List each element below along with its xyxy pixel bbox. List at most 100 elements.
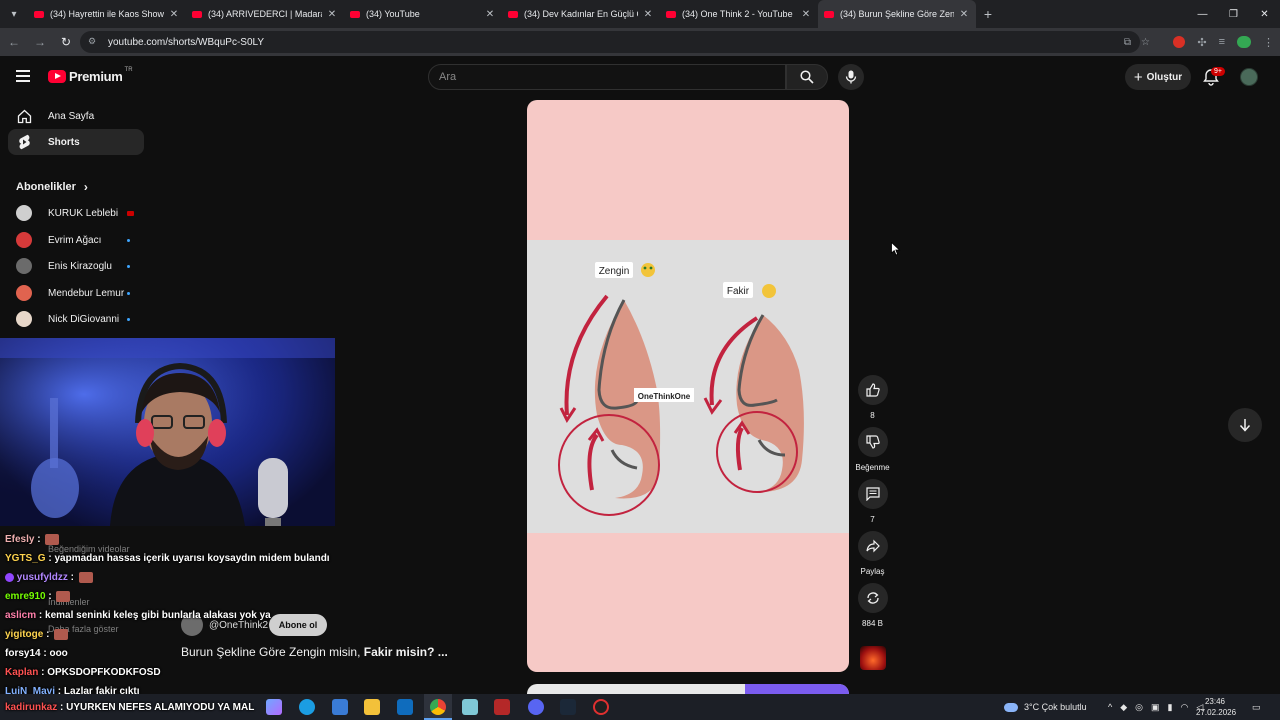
browser-tab[interactable]: (34) One Think 2 - YouTube ✕	[660, 0, 818, 28]
profile-icon[interactable]	[1237, 36, 1251, 48]
forward-arrow-icon[interactable]: →	[28, 30, 52, 54]
site-info-icon[interactable]: ⚙	[88, 36, 100, 48]
notepad-icon[interactable]	[462, 699, 478, 715]
tab-close-icon[interactable]: ✕	[168, 9, 180, 20]
tray-app-icon[interactable]: ◆	[1120, 702, 1127, 713]
new-content-dot	[127, 264, 130, 268]
sidebar-item-label: Shorts	[48, 136, 80, 148]
new-content-dot	[127, 238, 130, 242]
browser-menu-icon[interactable]: ⋮	[1263, 36, 1274, 49]
account-avatar[interactable]	[1240, 68, 1258, 86]
wifi-icon[interactable]: ◠	[1180, 702, 1188, 713]
create-button[interactable]: + Oluştur	[1125, 64, 1191, 90]
restore-icon[interactable]: ❐	[1218, 0, 1249, 28]
chat-message: yigitoge :	[5, 629, 69, 640]
close-window-icon[interactable]: ✕	[1249, 0, 1280, 28]
tab-title: (34) One Think 2 - YouTube	[682, 9, 793, 19]
webcam-scene	[0, 338, 335, 526]
subscription-item[interactable]: Enis Kirazoglu	[16, 255, 140, 277]
subscriptions-heading[interactable]: Abonelikler ›	[16, 180, 88, 194]
comments-button[interactable]: 7	[856, 479, 889, 524]
youtube-favicon-icon	[824, 10, 834, 18]
url-input[interactable]: ⚙ youtube.com/shorts/WBquPc-S0LY	[80, 31, 1140, 53]
install-app-icon[interactable]: ⧉	[1124, 37, 1131, 48]
tab-close-icon[interactable]: ✕	[484, 9, 496, 20]
tray-app-icon[interactable]: ◎	[1135, 702, 1143, 713]
outlook-icon[interactable]	[397, 699, 413, 715]
file-explorer-icon[interactable]	[364, 699, 380, 715]
tab-title: (34) Dev Kadınlar En Güçlü Cüc	[524, 9, 638, 19]
sidebar-item-home[interactable]: Ana Sayfa	[8, 103, 144, 129]
edge-browser-icon[interactable]	[299, 699, 315, 715]
windows-taskbar: kadirunkaz : UYURKEN NEFES ALAMIYODU YA …	[0, 694, 1280, 720]
hamburger-menu-icon[interactable]	[16, 70, 30, 82]
remix-button[interactable]: 884 B	[856, 583, 889, 628]
weather-widget[interactable]: 3°C Çok bulutlu	[1004, 694, 1087, 720]
sidebar-item-shorts[interactable]: Shorts	[8, 129, 144, 155]
steam-icon[interactable]	[560, 699, 576, 715]
browser-tab-bar: ▾ (34) Hayrettin ile Kaos Show - 2 ✕ (34…	[0, 0, 1280, 28]
mouse-cursor-icon	[891, 242, 901, 256]
extension-icon[interactable]	[1173, 36, 1186, 48]
microphone-tray-icon[interactable]: ▮	[1168, 702, 1173, 713]
media-control-icon[interactable]: ≡	[1219, 36, 1225, 48]
chevron-up-icon[interactable]: ^	[1108, 702, 1112, 712]
youtube-logo[interactable]: Premium TR	[48, 67, 133, 84]
obs-icon[interactable]	[593, 699, 609, 715]
short-video-frame: Zengin Fakir OneThinkOne	[527, 240, 849, 533]
subscription-item[interactable]: Nick DiGiovanni	[16, 308, 140, 330]
browser-tab[interactable]: (34) Dev Kadınlar En Güçlü Cüc ✕	[502, 0, 660, 28]
youtube-favicon-icon	[192, 10, 202, 18]
store-icon[interactable]	[332, 699, 348, 715]
notifications-icon[interactable]: ▭	[1252, 694, 1261, 720]
chat-emote-icon	[78, 572, 93, 583]
reload-icon[interactable]: ↻	[54, 30, 78, 54]
search-placeholder: Ara	[439, 71, 457, 83]
copilot-icon[interactable]	[266, 699, 282, 715]
channel-avatar	[16, 285, 32, 301]
chat-message: Kaplan : OPKSDOPFKODKFOSD	[5, 667, 161, 678]
share-button[interactable]: Paylaş	[856, 531, 889, 576]
bookmark-star-icon[interactable]: ☆	[1141, 37, 1150, 48]
tray-app-icon[interactable]: ▣	[1151, 702, 1160, 713]
tab-close-icon[interactable]: ✕	[958, 9, 970, 20]
subscription-item[interactable]: Evrim Ağacı	[16, 229, 140, 251]
subscription-name: KURUK Leblebi	[48, 207, 119, 219]
subscription-item[interactable]: Mendebur Lemur	[16, 282, 140, 304]
search-button[interactable]	[786, 64, 828, 90]
browser-tab[interactable]: (34) YouTube ✕	[344, 0, 502, 28]
subscription-item[interactable]: KURUK Leblebi	[16, 202, 140, 224]
audio-source-thumbnail[interactable]	[860, 646, 886, 670]
microphone-icon	[845, 70, 857, 84]
dislike-button[interactable]: Beğenme	[855, 427, 890, 472]
voice-search-button[interactable]	[838, 64, 864, 90]
youtube-favicon-icon	[666, 10, 676, 18]
minimize-icon[interactable]: —	[1187, 0, 1218, 28]
browser-tab[interactable]: (34) ARRIVEDERCI | Madara Ol ✕	[186, 0, 344, 28]
short-video-player[interactable]: Zengin Fakir OneThinkOne	[527, 100, 849, 672]
search-input[interactable]: Ara	[428, 64, 786, 90]
chat-message: yusufyldzz :	[5, 572, 93, 583]
weather-text: 3°C Çok bulutlu	[1024, 702, 1087, 712]
taskbar-clock[interactable]: 23:46 27.02.2026	[1196, 696, 1236, 718]
remix-icon	[857, 583, 888, 613]
discord-icon[interactable]	[528, 699, 544, 715]
like-button[interactable]: 8	[856, 375, 889, 420]
new-tab-button[interactable]: +	[976, 6, 1000, 22]
browser-tab[interactable]: (34) Hayrettin ile Kaos Show - 2 ✕	[28, 0, 186, 28]
tab-close-icon[interactable]: ✕	[642, 9, 654, 20]
tab-search-button[interactable]: ▾	[0, 0, 28, 28]
browser-tab-active[interactable]: (34) Burun Şekline Göre Zengin ✕	[818, 0, 976, 28]
youtube-favicon-icon	[508, 10, 518, 18]
chat-emote-icon	[56, 591, 71, 602]
new-content-dot	[127, 291, 130, 295]
extensions-puzzle-icon[interactable]: ✣	[1197, 36, 1206, 49]
voice-meeter-icon[interactable]	[494, 699, 510, 715]
search-icon	[800, 70, 814, 84]
next-short-button[interactable]	[1228, 408, 1262, 442]
tab-close-icon[interactable]: ✕	[326, 9, 338, 20]
tab-close-icon[interactable]: ✕	[800, 9, 812, 20]
back-arrow-icon[interactable]: ←	[2, 30, 26, 54]
chrome-icon[interactable]	[430, 699, 446, 715]
share-icon	[857, 531, 888, 561]
